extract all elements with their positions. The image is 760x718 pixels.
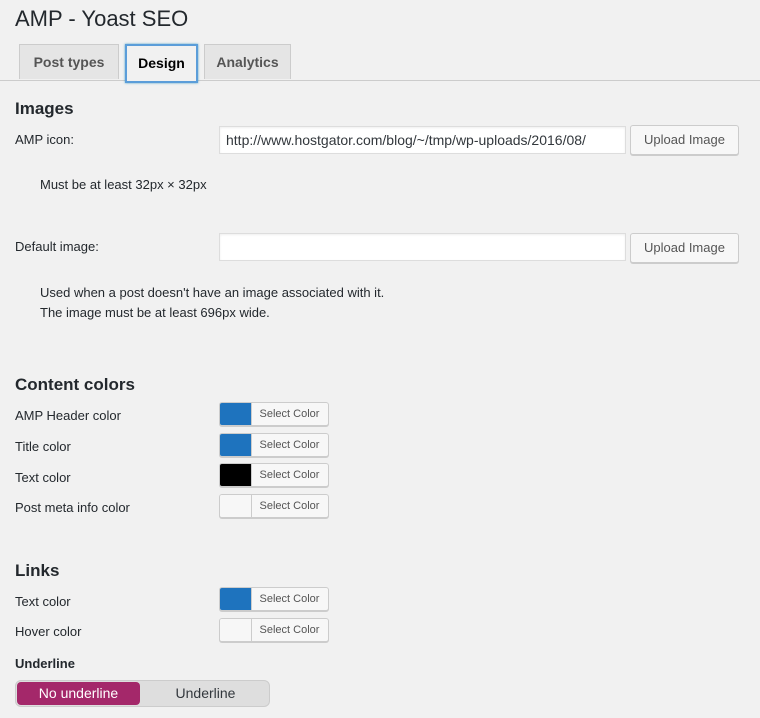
amp-icon-help: Must be at least 32px × 32px (40, 177, 207, 192)
color-swatch (220, 495, 252, 517)
select-color-label: Select Color (259, 469, 320, 481)
text-color-picker[interactable]: Select Color (219, 463, 329, 487)
tab-post-types[interactable]: Post types (19, 44, 119, 79)
select-color-label: Select Color (259, 593, 320, 605)
tab-analytics[interactable]: Analytics (204, 44, 291, 79)
select-color-label: Select Color (259, 439, 320, 451)
underline-option[interactable]: Underline (142, 681, 269, 706)
tab-bar-divider (0, 80, 760, 81)
color-swatch (220, 464, 252, 486)
color-swatch (220, 403, 252, 425)
title-color-label: Title color (15, 439, 71, 454)
post-meta-info-color-picker[interactable]: Select Color (219, 494, 329, 518)
select-color-label: Select Color (259, 624, 320, 636)
select-color-label: Select Color (259, 500, 320, 512)
link-hover-color-label: Hover color (15, 624, 82, 639)
color-swatch (220, 619, 252, 641)
link-text-color-label: Text color (15, 594, 71, 609)
tab-bar: Post types Design Analytics (0, 44, 760, 83)
amp-header-color-picker[interactable]: Select Color (219, 402, 329, 426)
links-heading: Links (15, 561, 60, 580)
text-color-label: Text color (15, 470, 71, 485)
amp-icon-input[interactable] (219, 126, 626, 154)
page-title: AMP - Yoast SEO (15, 6, 189, 31)
no-underline-option[interactable]: No underline (17, 682, 140, 705)
default-image-help-line-1: Used when a post doesn't have an image a… (40, 285, 385, 300)
tab-design[interactable]: Design (125, 44, 198, 83)
link-text-color-picker[interactable]: Select Color (219, 587, 329, 611)
amp-icon-label: AMP icon: (15, 132, 75, 147)
color-swatch (220, 434, 252, 456)
underline-toggle: No underline Underline (15, 680, 270, 707)
amp-icon-upload-button[interactable]: Upload Image (630, 125, 739, 155)
link-hover-color-picker[interactable]: Select Color (219, 618, 329, 642)
select-color-label: Select Color (259, 408, 320, 420)
color-swatch (220, 588, 252, 610)
post-meta-info-color-label: Post meta info color (15, 500, 130, 515)
default-image-help-line-2: The image must be at least 696px wide. (40, 305, 270, 320)
title-color-picker[interactable]: Select Color (219, 433, 329, 457)
content-colors-heading: Content colors (15, 375, 135, 394)
default-image-input[interactable] (219, 233, 626, 261)
images-heading: Images (15, 99, 74, 118)
amp-header-color-label: AMP Header color (15, 408, 121, 423)
default-image-label: Default image: (15, 239, 99, 254)
default-image-upload-button[interactable]: Upload Image (630, 233, 739, 263)
underline-label: Underline (15, 656, 75, 671)
